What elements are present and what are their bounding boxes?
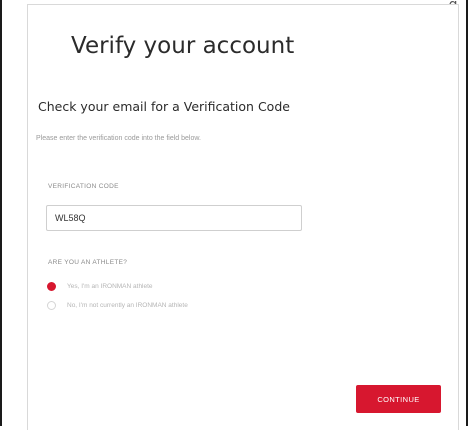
radio-option-yes-athlete[interactable]: Yes, I'm an IRONMAN athlete <box>47 282 153 291</box>
page-title: Verify your account <box>71 33 295 59</box>
page-subtitle: Check your email for a Verification Code <box>38 99 290 114</box>
verification-code-label: VERIFICATION CODE <box>48 183 119 190</box>
continue-button[interactable]: CONTINUE <box>356 385 441 413</box>
radio-yes[interactable] <box>47 282 56 291</box>
instructions-text: Please enter the verification code into … <box>36 135 201 142</box>
window-frame: g Verify your account Check your email f… <box>0 0 468 430</box>
radio-no[interactable] <box>47 301 56 310</box>
radio-yes-label: Yes, I'm an IRONMAN athlete <box>67 283 153 290</box>
athlete-question-label: ARE YOU AN ATHLETE? <box>48 259 128 266</box>
verification-code-input[interactable] <box>46 205 302 231</box>
radio-no-label: No, I'm not currently an IRONMAN athlete <box>67 302 188 309</box>
radio-option-not-athlete[interactable]: No, I'm not currently an IRONMAN athlete <box>47 301 188 310</box>
verify-card: Verify your account Check your email for… <box>27 4 459 430</box>
